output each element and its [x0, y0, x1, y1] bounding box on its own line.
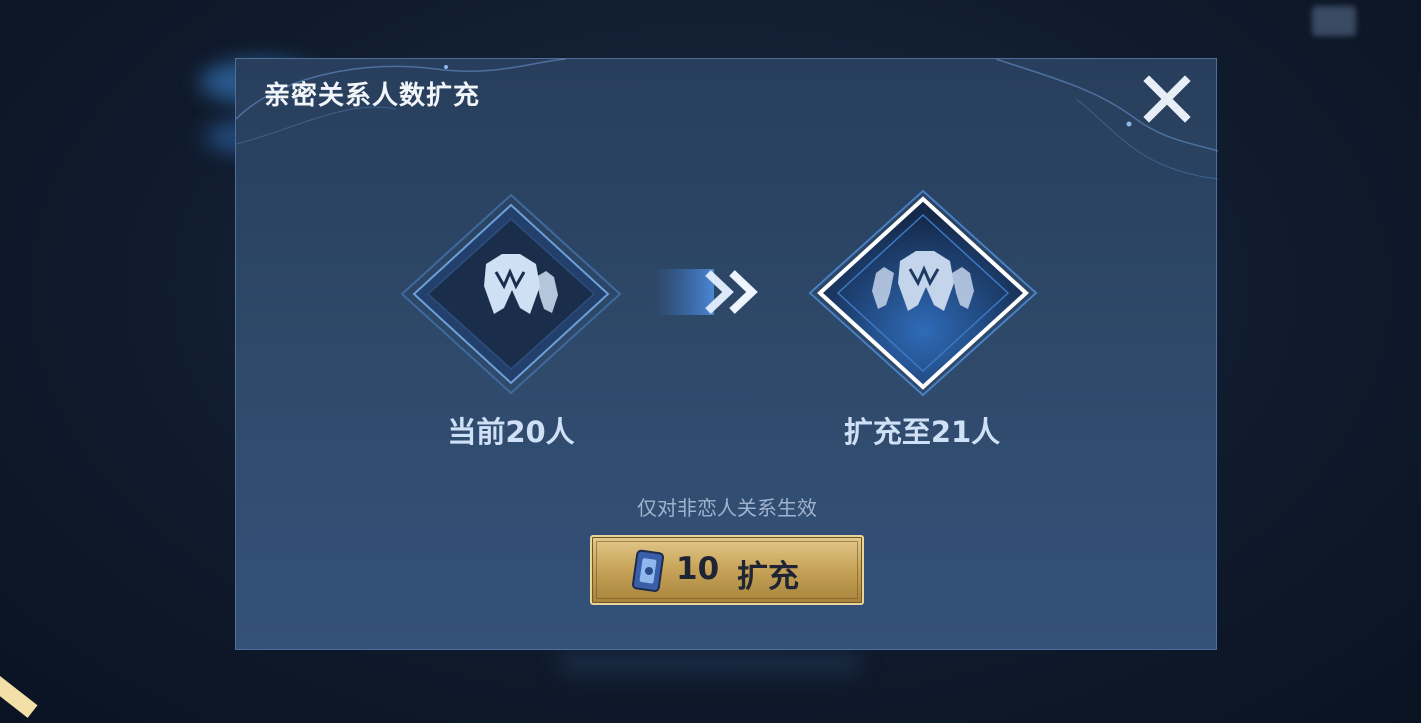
- background-edge-accent: [0, 662, 38, 718]
- current-capacity-label: 当前20人: [447, 415, 575, 449]
- background-title-blurred: [540, 6, 870, 34]
- double-chevron-arrow-icon: [654, 269, 758, 315]
- expand-button[interactable]: 10 扩充: [590, 535, 864, 605]
- cost-amount: 10: [676, 551, 720, 587]
- background-menu-icon: [1312, 6, 1356, 36]
- scope-note: 仅对非恋人关系生效: [637, 496, 817, 520]
- new-capacity-label: 扩充至21人: [843, 415, 1001, 449]
- current-capacity-badge: [396, 189, 626, 399]
- expand-dialog: 亲密关系人数扩充 当前20人 扩充至21人 仅对非恋人关系生效 10 扩充: [235, 58, 1218, 650]
- dialog-title: 亲密关系人数扩充: [264, 81, 481, 111]
- new-capacity-badge: [804, 187, 1042, 399]
- close-button[interactable]: [1141, 73, 1193, 125]
- coupon-icon: [632, 549, 665, 592]
- background-glow: [560, 652, 860, 674]
- close-icon: [1143, 75, 1191, 123]
- expand-button-label: 扩充: [737, 559, 799, 595]
